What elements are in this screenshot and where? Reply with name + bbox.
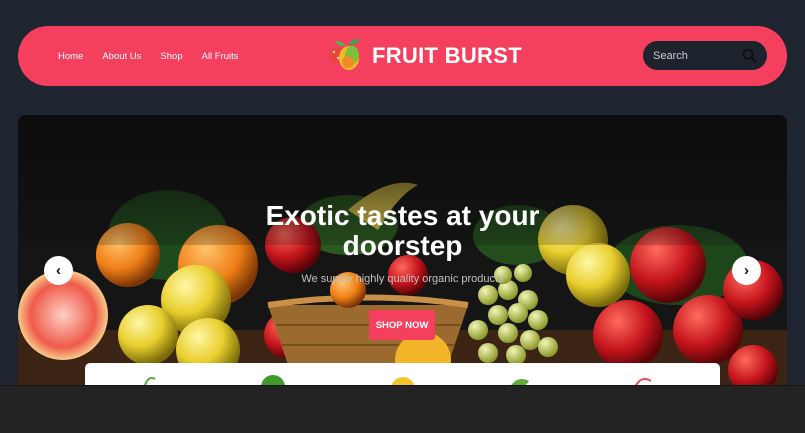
nav-home[interactable]: Home [58, 51, 83, 62]
main-nav: Home About Us Shop All Fruits [58, 26, 239, 86]
hero-subtitle: We supply highly quality organic product… [301, 273, 504, 285]
hero-slider: Exotic tastes at your doorstep We supply… [18, 115, 787, 390]
hero-title-line-2: doorstep [342, 230, 463, 261]
nav-all-fruits[interactable]: All Fruits [202, 51, 239, 62]
chevron-right-icon: › [744, 262, 749, 279]
search-input[interactable] [653, 41, 741, 70]
brand[interactable]: FRUIT BURST [328, 26, 522, 86]
search-box [643, 41, 767, 70]
bottom-bar [0, 385, 805, 433]
search-icon[interactable] [742, 48, 757, 68]
nav-about-us[interactable]: About Us [102, 51, 141, 62]
fruit-logo-icon [328, 34, 364, 79]
brand-name: FRUIT BURST [372, 43, 522, 68]
chevron-left-icon: ‹ [56, 262, 61, 279]
shop-now-button[interactable]: SHOP NOW [369, 310, 435, 340]
hero-title: Exotic tastes at your doorstep [18, 201, 787, 261]
hero-title-line-1: Exotic tastes at your [265, 200, 540, 231]
nav-shop[interactable]: Shop [160, 51, 182, 62]
slider-next-button[interactable]: › [732, 256, 761, 285]
slider-prev-button[interactable]: ‹ [44, 256, 73, 285]
site-header: Home About Us Shop All Fruits FRUIT BURS… [18, 26, 787, 86]
